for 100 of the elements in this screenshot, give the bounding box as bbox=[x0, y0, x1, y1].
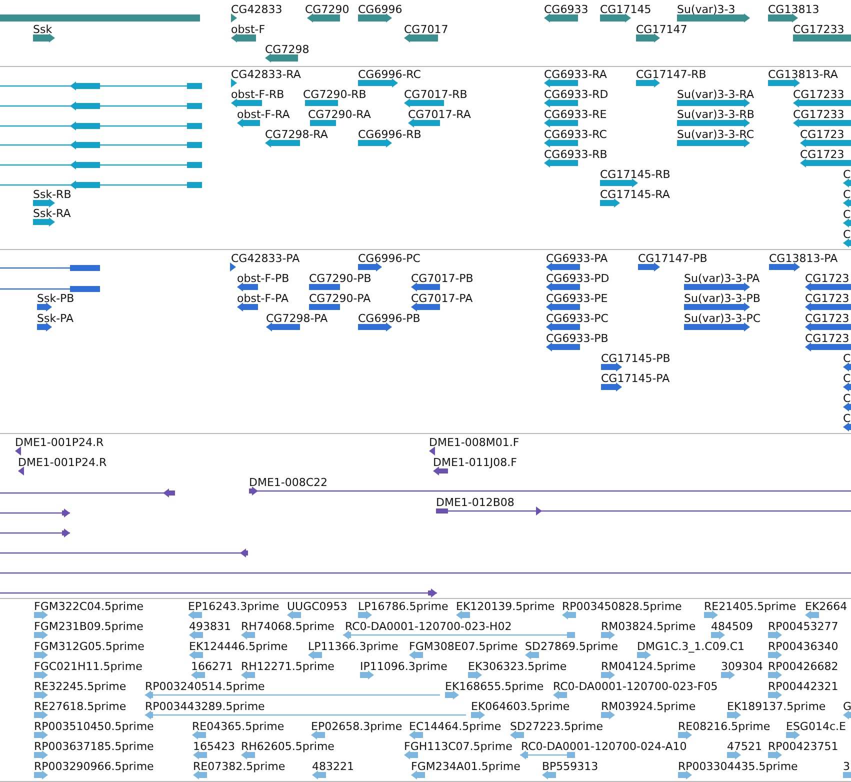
feature-glyph[interactable] bbox=[677, 14, 750, 22]
feature-glyph[interactable] bbox=[843, 362, 851, 372]
feature-glyph[interactable] bbox=[411, 302, 440, 312]
feature-glyph[interactable] bbox=[684, 282, 750, 292]
feature-label: RP00436340 bbox=[768, 640, 838, 653]
feature-glyph[interactable] bbox=[800, 158, 851, 168]
feature-glyph[interactable] bbox=[546, 342, 580, 352]
feature-label: CG7017 bbox=[404, 23, 448, 36]
feature-glyph[interactable] bbox=[358, 14, 392, 22]
feature-glyph[interactable] bbox=[805, 342, 851, 352]
feature-glyph[interactable] bbox=[677, 118, 750, 128]
feature-glyph[interactable] bbox=[265, 54, 298, 62]
feature-glyph[interactable] bbox=[37, 322, 52, 332]
feature-glyph[interactable] bbox=[0, 265, 100, 271]
feature-glyph[interactable] bbox=[600, 178, 638, 188]
feature-glyph[interactable] bbox=[436, 506, 851, 516]
feature-glyph[interactable] bbox=[805, 282, 851, 292]
feature-glyph[interactable] bbox=[433, 466, 448, 476]
feature-glyph[interactable] bbox=[0, 180, 202, 190]
feature-glyph[interactable] bbox=[404, 34, 438, 42]
feature-glyph[interactable] bbox=[843, 198, 851, 208]
feature-glyph[interactable] bbox=[600, 14, 631, 22]
feature-glyph[interactable] bbox=[544, 118, 578, 128]
feature-glyph[interactable] bbox=[544, 14, 578, 22]
feature-glyph[interactable] bbox=[805, 302, 851, 312]
feature-glyph[interactable] bbox=[33, 198, 55, 208]
feature-glyph[interactable] bbox=[249, 486, 851, 496]
feature-glyph[interactable] bbox=[0, 122, 202, 130]
feature-glyph[interactable] bbox=[843, 218, 851, 228]
feature-glyph[interactable] bbox=[843, 382, 851, 392]
feature-glyph[interactable] bbox=[15, 446, 21, 456]
feature-glyph[interactable] bbox=[33, 34, 55, 42]
feature-glyph[interactable] bbox=[237, 118, 260, 128]
feature-glyph[interactable] bbox=[793, 118, 851, 128]
feature-glyph[interactable] bbox=[237, 302, 258, 312]
feature-glyph[interactable] bbox=[411, 282, 440, 292]
feature-label: CG42833-RA bbox=[231, 68, 301, 81]
feature-glyph[interactable] bbox=[231, 34, 256, 42]
feature-glyph[interactable] bbox=[0, 588, 437, 598]
feature-glyph[interactable] bbox=[0, 488, 175, 498]
feature-glyph[interactable] bbox=[638, 262, 660, 272]
feature-glyph[interactable] bbox=[546, 282, 580, 292]
feature-label: Ssk-PA bbox=[37, 312, 74, 325]
feature-glyph[interactable] bbox=[266, 322, 300, 332]
feature-glyph[interactable] bbox=[684, 302, 750, 312]
feature-glyph[interactable] bbox=[544, 138, 578, 148]
feature-glyph[interactable] bbox=[0, 160, 202, 170]
feature-glyph[interactable] bbox=[546, 302, 580, 312]
feature-glyph[interactable] bbox=[544, 78, 578, 88]
feature-glyph[interactable] bbox=[843, 422, 851, 432]
feature-glyph[interactable] bbox=[768, 14, 798, 22]
feature-glyph[interactable] bbox=[800, 138, 851, 148]
feature-glyph[interactable] bbox=[636, 78, 660, 88]
feature-glyph[interactable] bbox=[408, 118, 440, 128]
feature-glyph[interactable] bbox=[37, 302, 52, 312]
feature-glyph[interactable] bbox=[0, 548, 248, 558]
feature-glyph[interactable] bbox=[768, 78, 800, 88]
feature-glyph[interactable] bbox=[358, 322, 392, 332]
feature-glyph[interactable] bbox=[793, 98, 851, 108]
feature-glyph[interactable] bbox=[358, 262, 382, 272]
feature-glyph[interactable] bbox=[544, 98, 578, 108]
feature-glyph[interactable] bbox=[600, 198, 620, 208]
feature-glyph[interactable] bbox=[429, 446, 435, 456]
feature-glyph[interactable] bbox=[404, 98, 444, 108]
feature-glyph[interactable] bbox=[0, 528, 70, 538]
feature-glyph[interactable] bbox=[546, 262, 580, 272]
feature-glyph[interactable] bbox=[843, 238, 851, 248]
feature-glyph[interactable] bbox=[265, 138, 300, 148]
feature-glyph[interactable] bbox=[307, 14, 340, 22]
feature-glyph[interactable] bbox=[231, 14, 237, 22]
feature-glyph[interactable] bbox=[805, 322, 851, 332]
feature-label: 493831 bbox=[189, 620, 231, 633]
feature-glyph[interactable] bbox=[0, 102, 202, 110]
feature-glyph[interactable] bbox=[33, 218, 55, 226]
feature-glyph[interactable] bbox=[843, 178, 851, 188]
feature-glyph[interactable] bbox=[0, 286, 100, 292]
feature-label: Ssk bbox=[33, 23, 52, 36]
feature-glyph[interactable] bbox=[18, 466, 24, 476]
feature-label: CG13813 bbox=[768, 3, 820, 16]
feature-glyph[interactable] bbox=[769, 262, 800, 272]
feature-glyph[interactable] bbox=[601, 362, 622, 372]
feature-glyph[interactable] bbox=[231, 78, 237, 88]
feature-glyph[interactable] bbox=[237, 282, 258, 292]
feature-glyph[interactable] bbox=[544, 158, 578, 168]
feature-glyph[interactable] bbox=[358, 78, 398, 88]
feature-glyph[interactable] bbox=[677, 98, 750, 108]
feature-glyph[interactable] bbox=[677, 138, 750, 148]
feature-glyph[interactable] bbox=[601, 382, 622, 392]
feature-label: 165423 bbox=[193, 740, 235, 753]
feature-glyph[interactable] bbox=[358, 138, 392, 148]
feature-glyph[interactable] bbox=[230, 262, 236, 272]
feature-label: obst-F-PA bbox=[237, 292, 288, 305]
feature-glyph[interactable] bbox=[684, 322, 750, 332]
feature-glyph[interactable] bbox=[546, 322, 580, 332]
feature-glyph[interactable] bbox=[636, 34, 660, 42]
feature-glyph[interactable] bbox=[0, 508, 70, 518]
feature-glyph[interactable] bbox=[0, 140, 202, 150]
feature-glyph[interactable] bbox=[231, 98, 262, 108]
feature-glyph[interactable] bbox=[0, 82, 202, 90]
feature-glyph[interactable] bbox=[843, 402, 851, 412]
